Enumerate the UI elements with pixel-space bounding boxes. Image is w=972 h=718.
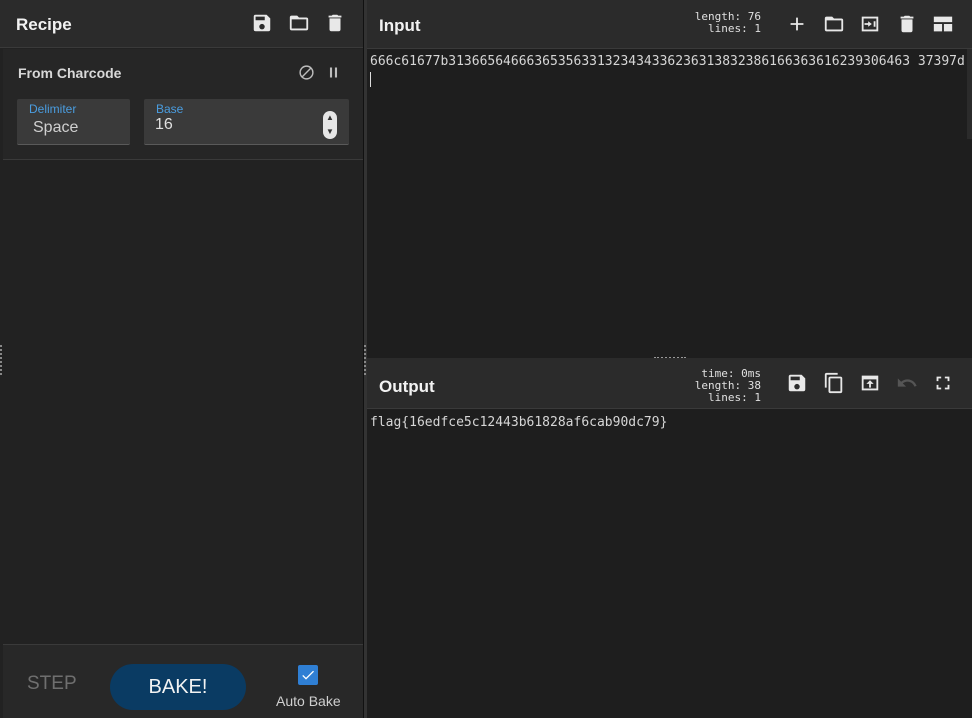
delimiter-select[interactable]: Delimiter Space: [17, 99, 130, 145]
fullscreen-icon: [936, 376, 950, 390]
delimiter-value: Space: [33, 119, 79, 136]
save-recipe-button[interactable]: [250, 11, 274, 35]
input-lines-value: 1: [754, 22, 761, 35]
plus-icon: [790, 17, 804, 31]
replace-input-icon: [861, 375, 879, 391]
pause-icon: [329, 67, 337, 77]
output-stats: time: 0ms length: 38 lines: 1: [665, 368, 761, 404]
undo-button[interactable]: [895, 371, 919, 395]
save-icon: [788, 374, 806, 392]
replace-input-button[interactable]: [858, 371, 882, 395]
recipe-pane: Recipe From Charcode Delimiter Space Bas…: [0, 0, 364, 718]
layout-icon: [933, 16, 953, 32]
input-lines-label: lines:: [708, 22, 748, 35]
operation-title: From Charcode: [18, 65, 122, 81]
open-folder-button[interactable]: [858, 12, 882, 36]
bake-button[interactable]: BAKE!: [110, 664, 246, 710]
pause-operation-button[interactable]: [323, 62, 343, 82]
checkmark-icon: [302, 670, 314, 680]
disable-operation-button[interactable]: [296, 62, 316, 82]
copy-icon: [824, 372, 843, 394]
left-resize-handle[interactable]: [0, 345, 3, 375]
clear-input-button[interactable]: [895, 12, 919, 36]
recipe-header: Recipe: [0, 0, 363, 48]
recipe-footer: STEP BAKE! Auto Bake: [3, 644, 363, 718]
save-icon: [253, 14, 271, 32]
input-title: Input: [379, 16, 421, 35]
output-text: flag{16edfce5c12443b61828af6cab90dc79}: [370, 415, 668, 430]
output-title: Output: [379, 377, 435, 396]
output-lines-value: 1: [754, 391, 761, 404]
recipe-title: Recipe: [16, 15, 72, 34]
base-stepper[interactable]: ▲ ▼: [323, 111, 337, 139]
clear-recipe-button[interactable]: [323, 11, 347, 35]
input-header: Input length: 76 lines: 1: [367, 0, 972, 49]
folder-icon: [824, 16, 844, 32]
load-recipe-button[interactable]: [287, 11, 311, 35]
step-button[interactable]: STEP: [27, 673, 77, 695]
input-scrollbar[interactable]: [967, 49, 972, 139]
input-text: 666c61677b313665646663653563313234343362…: [370, 54, 965, 69]
input-to-output-icon: [861, 16, 879, 32]
base-label: Base: [156, 102, 184, 116]
maximise-output-button[interactable]: [931, 371, 955, 395]
base-input[interactable]: [155, 116, 315, 134]
input-pane: Input length: 76 lines: 1 666c61677b3136…: [367, 0, 972, 357]
base-field: Base ▲ ▼: [144, 99, 349, 145]
output-header: Output time: 0ms length: 38 lines: 1: [367, 358, 972, 409]
text-caret: [370, 72, 371, 87]
add-input-tab-button[interactable]: [785, 12, 809, 36]
stepper-down-icon[interactable]: ▼: [326, 128, 334, 136]
open-input-file-button[interactable]: [822, 12, 846, 36]
auto-bake-label: Auto Bake: [276, 693, 341, 709]
output-pane: Output time: 0ms length: 38 lines: 1 fla…: [367, 358, 972, 718]
save-output-button[interactable]: [785, 371, 809, 395]
input-textarea[interactable]: 666c61677b313665646663653563313234343362…: [370, 52, 965, 92]
stepper-up-icon[interactable]: ▲: [326, 114, 334, 122]
reset-layout-button[interactable]: [931, 12, 955, 36]
delimiter-label: Delimiter: [29, 102, 77, 116]
auto-bake-checkbox[interactable]: [298, 665, 318, 685]
folder-icon: [289, 15, 309, 31]
input-stats: length: 76 lines: 1: [689, 11, 761, 35]
trash-icon: [328, 14, 342, 32]
output-lines-label: lines:: [708, 391, 748, 404]
trash-icon: [900, 15, 914, 33]
operation-from-charcode: From Charcode Delimiter Space Base ▲ ▼: [3, 49, 363, 160]
undo-icon: [897, 378, 917, 387]
disable-icon: [298, 64, 314, 80]
copy-output-button[interactable]: [822, 371, 846, 395]
